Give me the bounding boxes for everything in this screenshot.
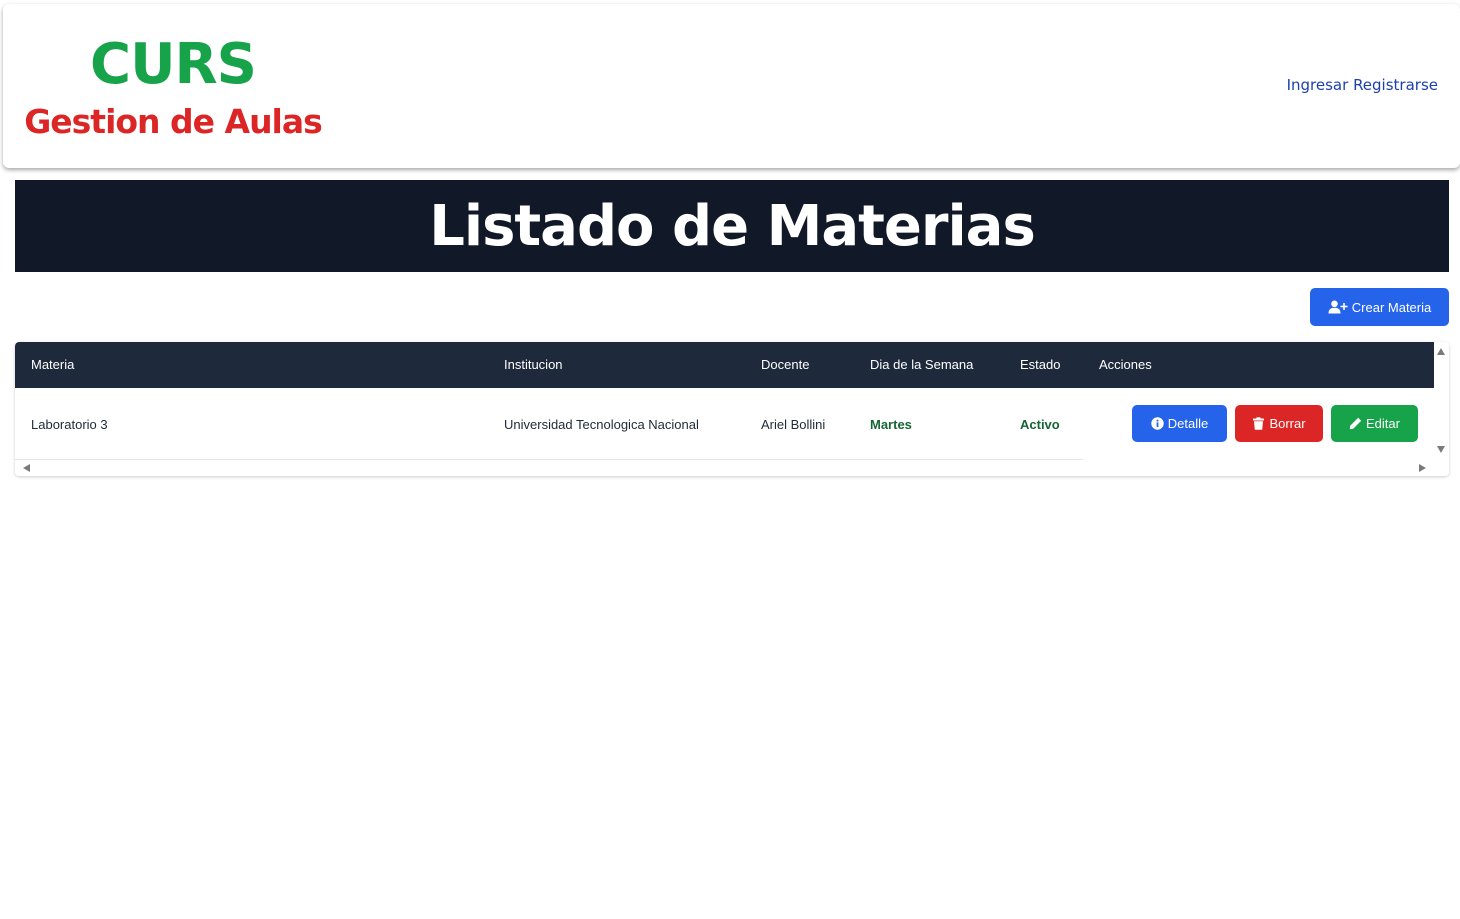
borrar-button[interactable]: Borrar — [1235, 405, 1323, 442]
cell-docente: Ariel Bollini — [761, 417, 826, 432]
status-badge: Activo — [1020, 417, 1060, 432]
brand-subtitle: Gestion de Aulas — [24, 102, 323, 141]
page-title: Listado de Materias — [429, 193, 1036, 259]
brand-title: CURS — [89, 32, 257, 97]
cell-materia: Laboratorio 3 — [31, 417, 108, 432]
page-banner: Listado de Materias — [15, 180, 1449, 272]
col-header-acciones: Acciones — [1099, 357, 1152, 372]
cell-institucion: Universidad Tecnologica Nacional — [504, 417, 699, 432]
trash-icon — [1253, 417, 1265, 430]
editar-label: Editar — [1366, 416, 1400, 431]
pencil-icon — [1349, 417, 1362, 430]
top-header: CURS Gestion de Aulas Ingresar Registrar… — [3, 4, 1460, 168]
table-header: Materia Institucion Docente Dia de la Se… — [15, 342, 1434, 388]
detalle-button[interactable]: Detalle — [1132, 405, 1227, 442]
scroll-right-icon[interactable] — [1419, 464, 1426, 472]
vertical-scrollbar[interactable] — [1434, 342, 1449, 460]
detalle-label: Detalle — [1167, 416, 1209, 431]
auth-nav: Ingresar Registrarse — [1287, 76, 1438, 94]
scroll-left-icon[interactable] — [23, 464, 30, 472]
col-header-dia[interactable]: Dia de la Semana — [870, 357, 973, 372]
user-plus-icon — [1328, 300, 1348, 314]
editar-button[interactable]: Editar — [1331, 405, 1418, 442]
horizontal-scrollbar[interactable] — [15, 460, 1449, 476]
scroll-up-icon[interactable] — [1437, 348, 1445, 355]
borrar-label: Borrar — [1269, 416, 1306, 431]
scroll-down-icon[interactable] — [1437, 446, 1445, 453]
col-header-materia[interactable]: Materia — [31, 357, 74, 372]
col-header-institucion[interactable]: Institucion — [504, 357, 563, 372]
info-circle-icon — [1151, 417, 1164, 430]
register-link[interactable]: Registrarse — [1353, 76, 1438, 94]
col-header-docente[interactable]: Docente — [761, 357, 809, 372]
create-materia-button[interactable]: Crear Materia — [1310, 288, 1449, 326]
brand-logo[interactable]: CURS Gestion de Aulas — [3, 4, 343, 168]
login-link[interactable]: Ingresar — [1287, 76, 1349, 94]
cell-dia: Martes — [870, 417, 912, 432]
materias-table: Materia Institucion Docente Dia de la Se… — [15, 342, 1449, 476]
col-header-estado[interactable]: Estado — [1020, 357, 1060, 372]
create-materia-label: Crear Materia — [1351, 299, 1432, 315]
